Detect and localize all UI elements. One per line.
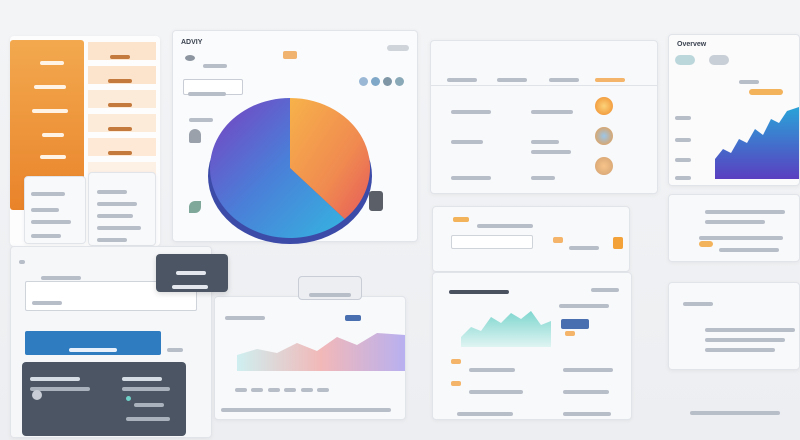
footer-links	[690, 404, 780, 422]
trend-area-chart	[237, 333, 405, 371]
legend-dots-row	[235, 381, 330, 399]
cloud-icon	[675, 55, 695, 65]
info-card	[668, 194, 800, 262]
tooltip-card	[156, 254, 228, 292]
eye-icon[interactable]	[185, 55, 195, 61]
trend-panel	[214, 296, 406, 420]
tag-chip[interactable]	[553, 237, 563, 243]
pie-chart	[208, 98, 372, 244]
toggle[interactable]	[387, 45, 409, 51]
detail-panel	[432, 206, 630, 272]
list-panel	[430, 40, 658, 194]
app-title: ADVIY	[181, 39, 203, 46]
avatar-icon	[32, 390, 42, 400]
options-card[interactable]	[88, 172, 156, 246]
overview-area-chart	[715, 107, 799, 179]
primary-button[interactable]	[25, 331, 161, 355]
cloud-icon	[709, 55, 729, 65]
avatar-icon	[595, 127, 613, 145]
overview-title: Overvew	[677, 41, 707, 48]
avatar-icon	[595, 97, 613, 115]
legend-dot	[395, 77, 404, 86]
legend-dot	[383, 77, 392, 86]
filter-card[interactable]	[24, 176, 86, 244]
overview-panel: Overvew	[668, 34, 800, 186]
metrics-panel	[432, 272, 632, 420]
dark-card	[22, 362, 186, 436]
refresh-button[interactable]	[298, 276, 362, 300]
status-icon	[126, 396, 131, 401]
tag-label	[283, 51, 297, 59]
summary-card	[668, 282, 800, 370]
metrics-area-chart	[461, 311, 551, 347]
avatar-icon	[595, 157, 613, 175]
cup-icon	[613, 237, 623, 249]
select-button[interactable]	[561, 319, 589, 329]
search-input[interactable]	[451, 235, 533, 249]
